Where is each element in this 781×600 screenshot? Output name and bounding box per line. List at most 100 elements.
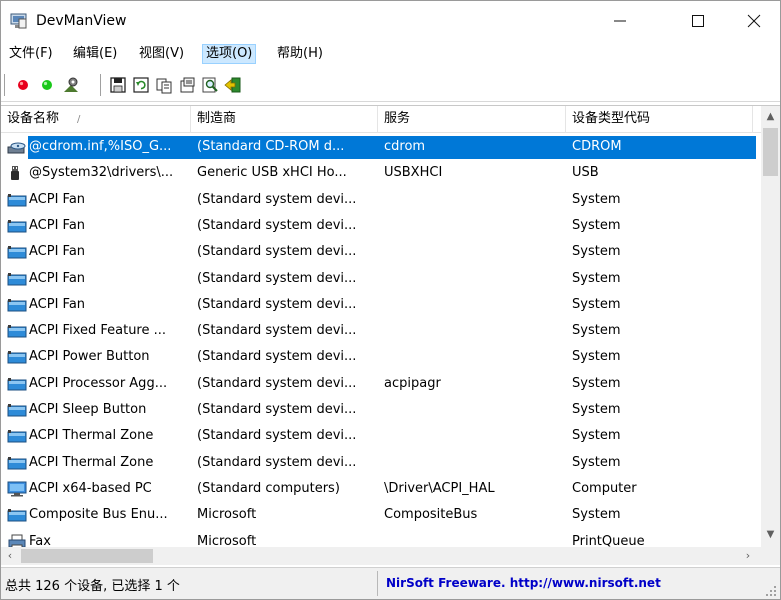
device-usb-icon: [7, 165, 27, 181]
device-row[interactable]: ACPI Processor Agg... (Standard system de…: [1, 371, 761, 397]
device-system-icon: [7, 297, 27, 313]
device-system-icon: [7, 507, 27, 523]
device-name-cell: ACPI Fan: [29, 296, 86, 312]
menu-bar: 文件(F) 编辑(E) 视图(V) 选项(O) 帮助(H): [1, 41, 780, 67]
properties-icon[interactable]: [62, 76, 80, 94]
enable-green-icon[interactable]: [38, 76, 56, 94]
title-bar[interactable]: DevManView: [1, 1, 780, 41]
device-type-cell: System: [572, 244, 621, 260]
menu-help[interactable]: 帮助(H): [274, 44, 326, 64]
device-type-cell: System: [572, 507, 621, 523]
scroll-right-icon[interactable]: ›: [739, 547, 757, 565]
device-name-cell: Composite Bus Enu...: [29, 507, 168, 523]
device-name-cell: ACPI Thermal Zone: [29, 428, 154, 444]
device-type-cell: System: [572, 296, 621, 312]
toolbar-separator: [100, 74, 101, 96]
device-row[interactable]: ACPI Thermal Zone (Standard system devi..…: [1, 450, 761, 476]
horizontal-scroll-thumb[interactable]: [21, 549, 153, 563]
device-name-cell: Fax: [29, 533, 51, 548]
list-header: 设备名称 / 制造商 服务 设备类型代码: [1, 106, 761, 133]
minimize-button[interactable]: [597, 1, 643, 41]
disable-red-icon[interactable]: [14, 76, 32, 94]
menu-file[interactable]: 文件(F): [6, 44, 56, 64]
device-name-cell: ACPI Fixed Feature ...: [29, 323, 167, 339]
service-cell: [384, 401, 564, 419]
device-row[interactable]: ACPI Fan (Standard system devi... System: [1, 266, 761, 292]
device-row[interactable]: ACPI x64-based PC (Standard computers) \Dr…: [1, 476, 761, 502]
device-name-cell: ACPI Fan: [29, 270, 86, 286]
toolbar: [1, 68, 780, 102]
column-header-service[interactable]: 服务: [378, 106, 566, 133]
scroll-left-icon[interactable]: ‹: [1, 547, 19, 565]
device-type-cell: Computer: [572, 480, 637, 496]
service-cell: [384, 191, 564, 209]
column-header-device-type[interactable]: 设备类型代码: [566, 106, 753, 133]
service-cell: [384, 533, 564, 548]
device-row[interactable]: ACPI Power Button (Standard system devi..…: [1, 344, 761, 370]
device-row[interactable]: @cdrom.inf,%ISO_G... (Standard CD-ROM d..…: [1, 134, 761, 160]
device-type-cell: PrintQueue: [572, 533, 645, 548]
device-type-cell: System: [572, 375, 621, 391]
device-row[interactable]: Fax Microsoft PrintQueue: [1, 529, 761, 548]
device-row[interactable]: ACPI Fan (Standard system devi... System: [1, 239, 761, 265]
device-row[interactable]: ACPI Thermal Zone (Standard system devi..…: [1, 423, 761, 449]
device-system-icon: [7, 218, 27, 234]
manufacturer-cell: (Standard system devi...: [197, 428, 357, 444]
device-row[interactable]: ACPI Fixed Feature ... (Standard system d…: [1, 318, 761, 344]
device-row[interactable]: @System32\drivers\... Generic USB xHCI Ho…: [1, 160, 761, 186]
refresh-icon[interactable]: [132, 76, 150, 94]
horizontal-scrollbar[interactable]: ‹ ›: [1, 547, 761, 565]
save-icon[interactable]: [109, 76, 127, 94]
device-name-cell: ACPI Fan: [29, 244, 86, 260]
device-name-cell: ACPI Sleep Button: [29, 402, 147, 417]
service-cell: [384, 296, 564, 314]
find-icon[interactable]: [201, 76, 219, 94]
device-row[interactable]: ACPI Sleep Button (Standard system devi..…: [1, 397, 761, 423]
status-summary: 总共 126 个设备, 已选择 1 个: [5, 579, 180, 594]
service-cell: [384, 217, 564, 235]
column-header-manufacturer[interactable]: 制造商: [191, 106, 378, 133]
manufacturer-cell: Microsoft: [197, 507, 257, 523]
service-cell: [384, 454, 564, 472]
device-row[interactable]: Composite Bus Enu... Microsoft CompositeBu…: [1, 502, 761, 528]
exit-icon[interactable]: [224, 76, 242, 94]
nirsoft-link[interactable]: NirSoft Freeware. http://www.nirsoft.net: [386, 576, 661, 590]
menu-options[interactable]: 选项(O): [202, 44, 257, 64]
resize-grip-icon[interactable]: [765, 585, 777, 597]
device-system-icon: [7, 402, 27, 418]
scrollbar-corner: [761, 547, 780, 565]
device-type-cell: System: [572, 349, 621, 365]
menu-edit[interactable]: 编辑(E): [70, 44, 120, 64]
device-system-icon: [7, 271, 27, 287]
device-system-icon: [7, 244, 27, 260]
list-body: @cdrom.inf,%ISO_G... (Standard CD-ROM d..…: [1, 134, 761, 547]
device-name-cell: ACPI Thermal Zone: [29, 454, 154, 470]
menu-view[interactable]: 视图(V): [136, 44, 187, 64]
device-row[interactable]: ACPI Fan (Standard system devi... System: [1, 292, 761, 318]
manufacturer-cell: (Standard CD-ROM d...: [197, 139, 345, 154]
device-row[interactable]: ACPI Fan (Standard system devi... System: [1, 213, 761, 239]
column-label: 设备名称: [7, 111, 60, 126]
device-row[interactable]: ACPI Fan (Standard system devi... System: [1, 187, 761, 213]
device-type-cell: System: [572, 191, 621, 207]
scroll-up-icon[interactable]: ▲: [761, 108, 780, 126]
maximize-button[interactable]: [675, 1, 721, 41]
scroll-down-icon[interactable]: ▼: [761, 526, 780, 544]
device-name-cell: ACPI Fan: [29, 191, 86, 207]
vertical-scroll-thumb[interactable]: [763, 128, 778, 176]
device-type-cell: System: [572, 270, 621, 286]
manufacturer-cell: (Standard system devi...: [197, 270, 357, 286]
device-list[interactable]: 设备名称 / 制造商 服务 设备类型代码 @cdrom.inf,%ISO_G...…: [1, 105, 780, 565]
device-system-icon: [7, 455, 27, 471]
close-button[interactable]: [731, 1, 777, 41]
service-cell: cdrom: [384, 139, 426, 154]
device-system-icon: [7, 192, 27, 208]
copy-icon[interactable]: [155, 76, 173, 94]
html-report-icon[interactable]: [178, 76, 196, 94]
vertical-scrollbar[interactable]: ▲ ▼: [761, 106, 780, 547]
manufacturer-cell: (Standard system devi...: [197, 375, 357, 391]
column-header-device-name[interactable]: 设备名称 /: [1, 106, 191, 133]
device-type-cell: System: [572, 323, 621, 339]
status-divider: [377, 571, 378, 596]
service-cell: CompositeBus: [384, 507, 478, 523]
